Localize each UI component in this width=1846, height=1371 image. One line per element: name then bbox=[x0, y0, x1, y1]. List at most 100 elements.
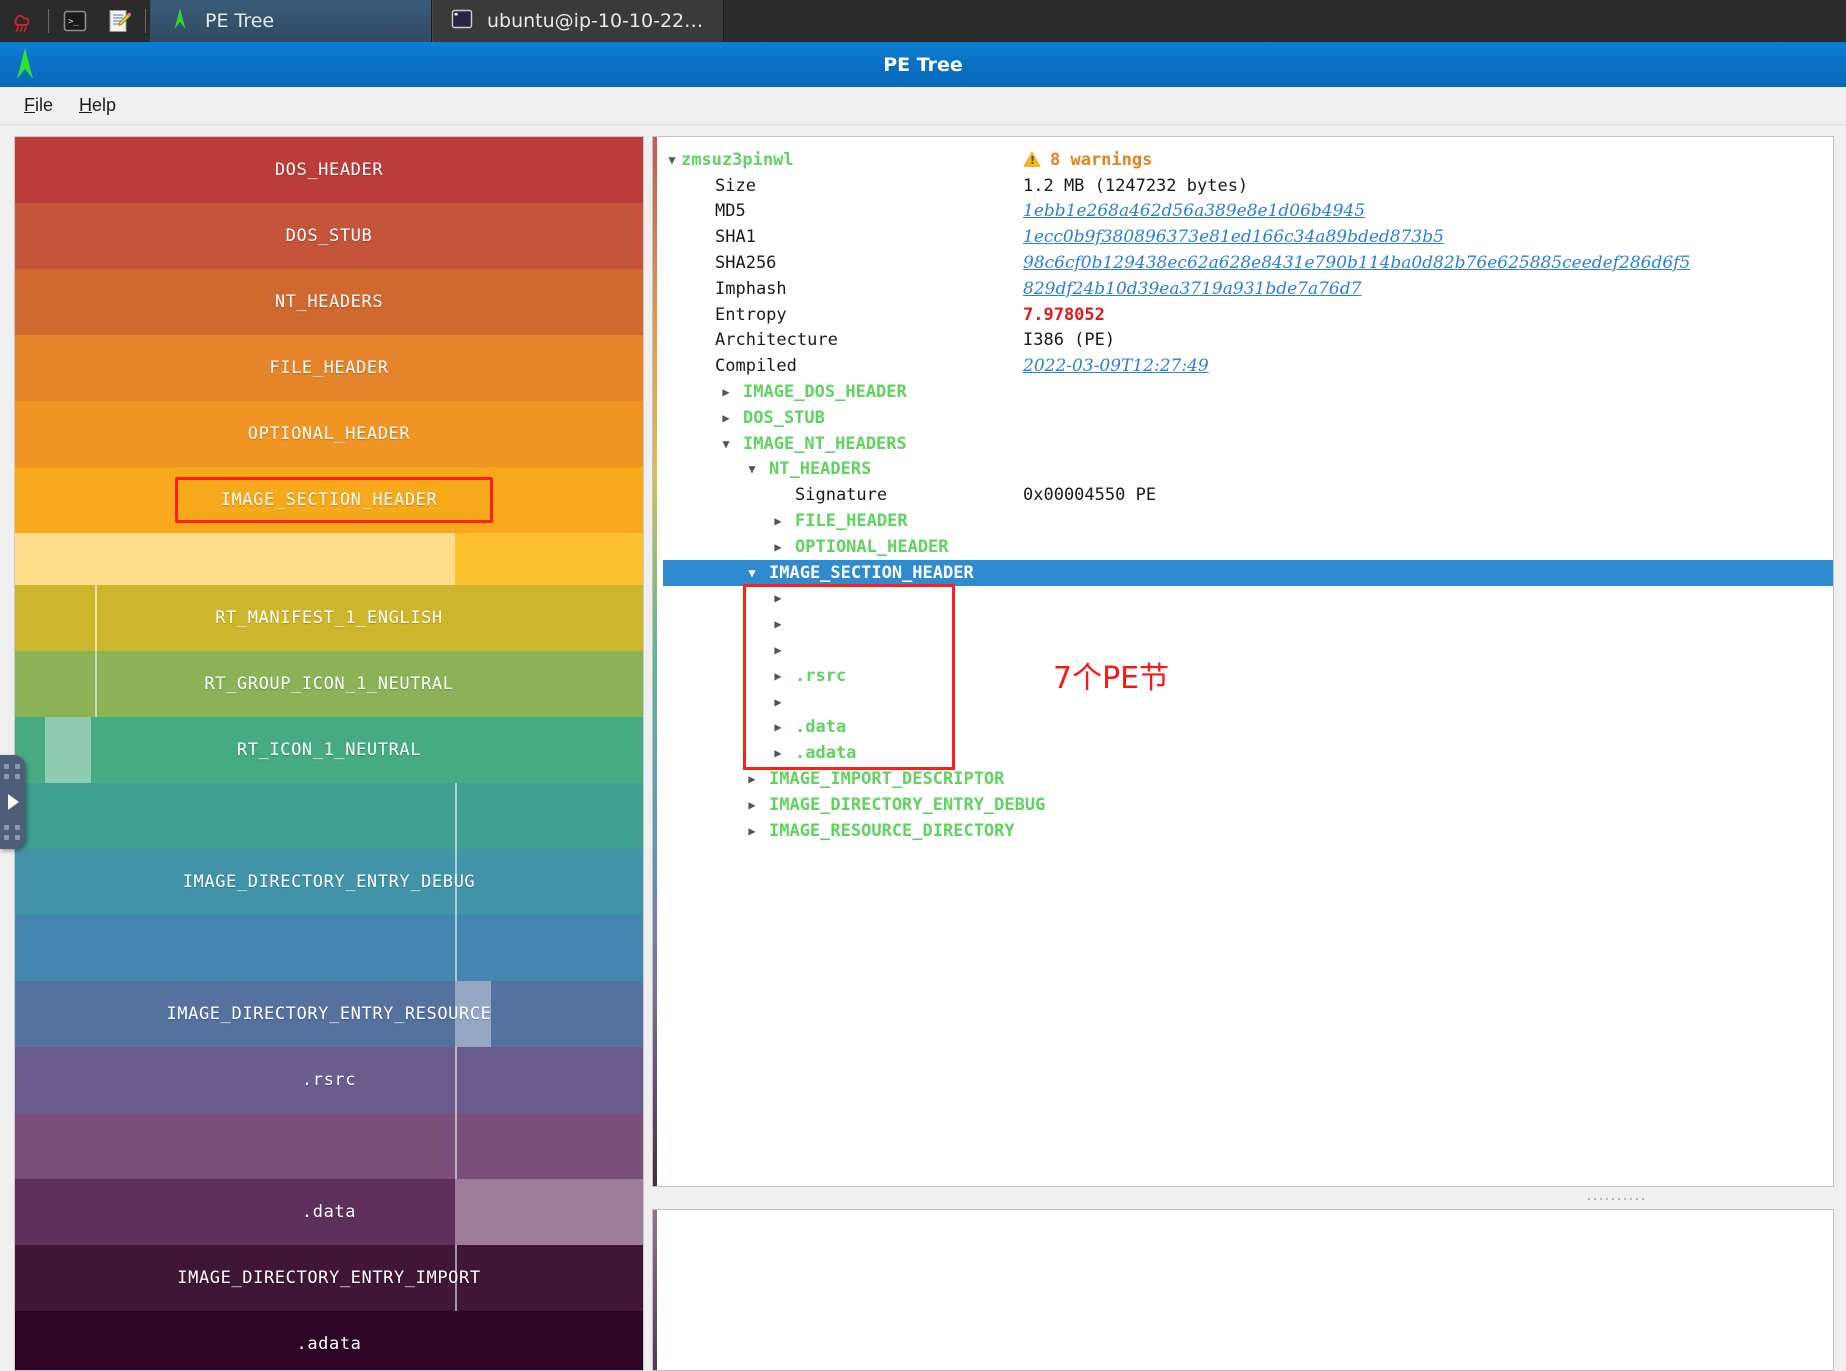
taskbar-tab-terminal[interactable]: ubuntu@ip-10-10-220-... bbox=[432, 0, 724, 42]
tree-node-row[interactable]: ▶ IMAGE_IMPORT_DESCRIPTOR bbox=[663, 766, 1833, 792]
treemap-block[interactable]: IMAGE_DIRECTORY_ENTRY_DEBUG bbox=[15, 849, 643, 915]
chevron-right-icon[interactable]: ▶ bbox=[769, 515, 787, 527]
field-value: 7.978052 bbox=[1023, 304, 1105, 325]
tree-node-row[interactable]: Signature 0x00004550 PE bbox=[663, 482, 1833, 508]
treemap-sub-block bbox=[15, 533, 455, 585]
menu-item-help[interactable]: Help bbox=[69, 92, 126, 119]
treemap-block[interactable] bbox=[15, 783, 643, 849]
field-value: I386 (PE) bbox=[1023, 330, 1116, 351]
treemap-block[interactable]: FILE_HEADER bbox=[15, 335, 643, 401]
chevron-down-icon[interactable]: ▼ bbox=[663, 154, 681, 166]
chevron-right-icon[interactable]: ▶ bbox=[769, 618, 787, 630]
field-value[interactable]: 2022-03-09T12:27:49 bbox=[1023, 356, 1209, 376]
treemap-block[interactable]: DOS_HEADER bbox=[15, 137, 643, 203]
field-value[interactable]: 98c6cf0b129438ec62a628e8431e790b114ba0d8… bbox=[1023, 253, 1690, 273]
taskbar-tab-label: PE Tree bbox=[205, 10, 275, 32]
treemap-block[interactable]: NT_HEADERS bbox=[15, 269, 643, 335]
pane-edge-strip bbox=[653, 1210, 657, 1370]
taskbar-tab-pe-tree[interactable]: PE Tree bbox=[150, 0, 432, 42]
window-title: PE Tree bbox=[883, 53, 963, 76]
treemap-block[interactable]: IMAGE_SECTION_HEADER bbox=[15, 467, 643, 533]
chevron-right-icon[interactable]: ▶ bbox=[769, 696, 787, 708]
pe-detail-pane[interactable]: ▼zmsuz3pinwl8 warningsSize1.2 MB (124723… bbox=[652, 136, 1834, 1187]
treemap-block[interactable]: IMAGE_DIRECTORY_ENTRY_IMPORT bbox=[15, 1245, 643, 1311]
tree-node-row[interactable]: ▶ bbox=[663, 586, 1833, 612]
field-value[interactable]: 829df24b10d39ea3719a931bde7a76d7 bbox=[1023, 279, 1361, 299]
treemap-panel[interactable]: DOS_HEADER DOS_STUB NT_HEADERS FILE_HEADER O… bbox=[14, 136, 644, 1371]
field-value[interactable]: 1ebb1e268a462d56a389e8e1d06b4945 bbox=[1023, 201, 1365, 221]
field-value[interactable]: 1ecc0b9f380896373e81ed166c34a89bded873b5 bbox=[1023, 227, 1444, 247]
treemap-block[interactable]: .adata bbox=[15, 1311, 643, 1370]
tree-node-row[interactable]: ▼ IMAGE_NT_HEADERS bbox=[663, 431, 1833, 457]
tree-node-row[interactable]: ▶ FILE_HEADER bbox=[663, 508, 1833, 534]
tree-node-label: FILE_HEADER bbox=[795, 511, 908, 532]
detail-field-row: SHA1 1ecc0b9f380896373e81ed166c34a89bded8… bbox=[663, 224, 1833, 250]
chevron-down-icon[interactable]: ▼ bbox=[717, 438, 735, 450]
window-titlebar: PE Tree bbox=[0, 42, 1846, 87]
chevron-down-icon[interactable]: ▼ bbox=[743, 567, 761, 579]
tree-node-label: .rsrc bbox=[795, 665, 847, 686]
tree-node-row[interactable]: ▶ DOS_STUB bbox=[663, 405, 1833, 431]
treemap-block[interactable]: OPTIONAL_HEADER bbox=[15, 401, 643, 467]
treemap-block-label: DOS_HEADER bbox=[274, 160, 384, 180]
chevron-right-icon[interactable]: ▶ bbox=[717, 386, 735, 398]
tree-node-label: IMAGE_DIRECTORY_ENTRY_DEBUG bbox=[769, 794, 1046, 815]
tree-node-row[interactable]: ▶ .adata bbox=[663, 740, 1833, 766]
output-pane[interactable] bbox=[652, 1209, 1834, 1371]
menu-item-file[interactable]: File bbox=[14, 92, 63, 119]
treemap-block-label: OPTIONAL_HEADER bbox=[247, 424, 411, 444]
tree-node-row[interactable]: ▶ IMAGE_RESOURCE_DIRECTORY bbox=[663, 818, 1833, 844]
horizontal-splitter[interactable] bbox=[652, 1191, 1834, 1207]
treemap-block[interactable]: RT_GROUP_ICON_1_NEUTRAL bbox=[15, 651, 643, 717]
menu-help-accel: H bbox=[79, 95, 93, 115]
warnings-badge[interactable]: 8 warnings bbox=[1023, 149, 1152, 170]
treemap-divider bbox=[455, 849, 457, 915]
treemap-block[interactable]: DOS_STUB bbox=[15, 203, 643, 269]
treemap-block-label: IMAGE_DIRECTORY_ENTRY_RESOURCE bbox=[166, 1004, 492, 1024]
chevron-right-icon[interactable]: ▶ bbox=[769, 721, 787, 733]
tree-node-row[interactable]: ▼ IMAGE_SECTION_HEADER bbox=[663, 559, 1833, 586]
chevron-right-icon[interactable]: ▶ bbox=[769, 541, 787, 553]
root-node-label: zmsuz3pinwl bbox=[681, 149, 794, 170]
detail-field-row: Compiled 2022-03-09T12:27:49 bbox=[663, 353, 1833, 379]
treemap-block[interactable]: .data bbox=[15, 1179, 643, 1245]
taskbar-separator bbox=[48, 9, 49, 33]
tree-node-row[interactable]: ▶ bbox=[663, 637, 1833, 663]
text-editor-icon[interactable] bbox=[97, 0, 141, 42]
chevron-right-icon[interactable]: ▶ bbox=[769, 644, 787, 656]
chevron-right-icon[interactable]: ▶ bbox=[769, 592, 787, 604]
treemap-drag-handle[interactable] bbox=[0, 755, 25, 849]
treemap-block[interactable] bbox=[15, 915, 643, 981]
chevron-right-icon[interactable]: ▶ bbox=[769, 747, 787, 759]
tree-node-row[interactable]: ▶ .rsrc bbox=[663, 663, 1833, 689]
detail-field-row: SHA256 98c6cf0b129438ec62a628e8431e790b11… bbox=[663, 250, 1833, 276]
treemap-block-label: NT_HEADERS bbox=[274, 292, 384, 312]
tree-node-row[interactable]: ▼ NT_HEADERS bbox=[663, 457, 1833, 483]
chevron-right-icon[interactable]: ▶ bbox=[743, 825, 761, 837]
chevron-down-icon[interactable]: ▼ bbox=[743, 463, 761, 475]
chevron-right-icon[interactable]: ▶ bbox=[717, 412, 735, 424]
treemap-block[interactable]: RT_ICON_1_NEUTRAL bbox=[15, 717, 643, 783]
chevron-right-icon[interactable]: ▶ bbox=[769, 670, 787, 682]
tree-node-label: IMAGE_SECTION_HEADER bbox=[769, 562, 974, 583]
treemap-block-label: FILE_HEADER bbox=[269, 358, 389, 378]
menubar: File Help bbox=[0, 87, 1846, 125]
tree-node-row[interactable]: ▶ .data bbox=[663, 715, 1833, 741]
field-key: Size bbox=[715, 175, 756, 196]
tree-node-row[interactable]: ▶ IMAGE_DIRECTORY_ENTRY_DEBUG bbox=[663, 792, 1833, 818]
treemap-block[interactable]: .rsrc bbox=[15, 1047, 643, 1113]
treemap-block-label: RT_MANIFEST_1_ENGLISH bbox=[215, 608, 443, 628]
tree-node-row[interactable]: ▶ bbox=[663, 611, 1833, 637]
cloud-rain-icon[interactable] bbox=[0, 0, 44, 42]
tree-node-row[interactable]: ▶ IMAGE_DOS_HEADER bbox=[663, 379, 1833, 405]
tree-node-row[interactable]: ▶ OPTIONAL_HEADER bbox=[663, 534, 1833, 560]
treemap-block[interactable]: RT_MANIFEST_1_ENGLISH bbox=[15, 585, 643, 651]
tree-node-row[interactable]: ▶ bbox=[663, 689, 1833, 715]
chevron-right-icon[interactable]: ▶ bbox=[743, 799, 761, 811]
chevron-right-icon[interactable]: ▶ bbox=[743, 773, 761, 785]
treemap-block[interactable]: IMAGE_DIRECTORY_ENTRY_RESOURCE bbox=[15, 981, 643, 1047]
terminal-icon[interactable]: >_ bbox=[53, 0, 97, 42]
treemap-block[interactable] bbox=[15, 1113, 643, 1179]
detail-root-row[interactable]: ▼zmsuz3pinwl 8 warnings bbox=[663, 147, 1833, 173]
treemap-block[interactable] bbox=[15, 533, 643, 585]
